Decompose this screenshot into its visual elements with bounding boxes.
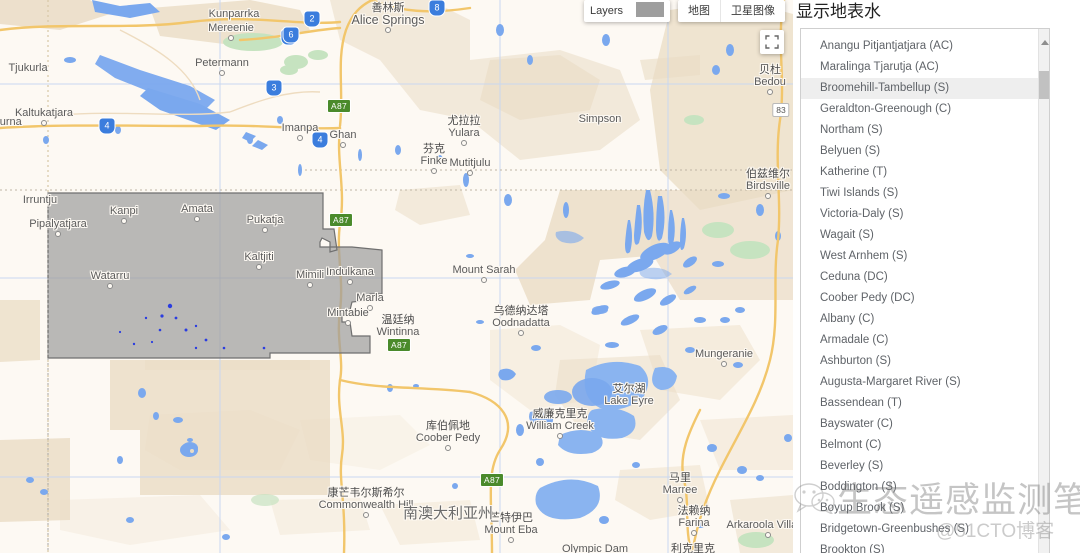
- list-item[interactable]: Beverley (S): [801, 456, 1049, 477]
- list-item[interactable]: Brookton (S): [801, 540, 1049, 553]
- list-item[interactable]: Ashburton (S): [801, 351, 1049, 372]
- map-city-dot-icon: [107, 283, 113, 289]
- list-item[interactable]: Bassendean (T): [801, 393, 1049, 414]
- map-city-dot-icon: [307, 282, 313, 288]
- list-item[interactable]: Katherine (T): [801, 162, 1049, 183]
- fullscreen-button[interactable]: [760, 30, 784, 54]
- list-item[interactable]: Belmont (C): [801, 435, 1049, 456]
- layers-control[interactable]: Layers: [584, 0, 670, 22]
- list-item[interactable]: Northam (S): [801, 120, 1049, 141]
- list-item[interactable]: Augusta-Margaret River (S): [801, 372, 1049, 393]
- map-city-dot-icon: [508, 537, 514, 543]
- list-item[interactable]: Boyup Brook (S): [801, 498, 1049, 519]
- fullscreen-icon: [765, 35, 779, 49]
- route-shield-8: 8: [429, 0, 445, 16]
- map-city-dot-icon: [557, 433, 563, 439]
- list-item[interactable]: Ceduna (DC): [801, 267, 1049, 288]
- scroll-up-arrow-icon[interactable]: [1041, 40, 1049, 45]
- map-city-dot-icon: [385, 27, 391, 33]
- list-item[interactable]: Boddington (S): [801, 477, 1049, 498]
- map-city-dot-icon: [55, 231, 61, 237]
- map-city-dot-icon: [340, 142, 346, 148]
- map-city-dot-icon: [41, 120, 47, 126]
- map-city-dot-icon: [431, 168, 437, 174]
- map-city-dot-icon: [347, 279, 353, 285]
- list-item[interactable]: Bridgetown-Greenbushes (S): [801, 519, 1049, 540]
- list-item[interactable]: Tiwi Islands (S): [801, 183, 1049, 204]
- route-shield-3: 3: [266, 80, 282, 96]
- map-city-dot-icon: [765, 532, 771, 538]
- list-item[interactable]: Bayswater (C): [801, 414, 1049, 435]
- map-city-dot-icon: [765, 193, 771, 199]
- list-item[interactable]: West Arnhem (S): [801, 246, 1049, 267]
- map-city-dot-icon: [256, 264, 262, 270]
- route-shield-6: 6: [283, 27, 299, 43]
- map-city-dot-icon: [345, 320, 351, 326]
- map-city-dot-icon: [481, 277, 487, 283]
- list-scrollbar-track[interactable]: [1038, 29, 1049, 553]
- route-shield-a87: A87: [479, 473, 505, 487]
- map-city-dot-icon: [228, 35, 234, 41]
- region-list-box[interactable]: Anangu Pitjantjatjara (AC) Maralinga Tjar…: [800, 28, 1050, 553]
- map-city-dot-icon: [767, 89, 773, 95]
- list-item[interactable]: Maralinga Tjarutja (AC): [801, 57, 1049, 78]
- route-shield-2: 2: [304, 11, 320, 27]
- list-scrollbar-thumb[interactable]: [1039, 71, 1049, 99]
- map-graphics: [0, 0, 793, 553]
- map-city-dot-icon: [219, 70, 225, 76]
- map-city-dot-icon: [262, 227, 268, 233]
- route-shield-4: 4: [99, 118, 115, 134]
- list-item[interactable]: Victoria-Daly (S): [801, 204, 1049, 225]
- list-item[interactable]: Anangu Pitjantjatjara (AC): [801, 36, 1049, 57]
- map-city-dot-icon: [297, 135, 303, 141]
- map-city-dot-icon: [461, 140, 467, 146]
- region-list[interactable]: Anangu Pitjantjatjara (AC) Maralinga Tjar…: [801, 29, 1049, 553]
- map-city-dot-icon: [367, 305, 373, 311]
- map-city-dot-icon: [194, 216, 200, 222]
- map-viewport[interactable]: Kunparrka Mereenie 善林斯 Alice Springs Peterma…: [0, 0, 793, 553]
- map-city-dot-icon: [721, 361, 727, 367]
- map-city-dot-icon: [121, 218, 127, 224]
- map-city-dot-icon: [467, 170, 473, 176]
- list-item[interactable]: Wagait (S): [801, 225, 1049, 246]
- list-item[interactable]: Coober Pedy (DC): [801, 288, 1049, 309]
- route-shield-a87: A87: [326, 99, 352, 113]
- map-city-dot-icon: [445, 445, 451, 451]
- route-shield-83: 83: [772, 103, 790, 117]
- list-item[interactable]: Broomehill-Tambellup (S): [801, 78, 1049, 99]
- application-window: Kunparrka Mereenie 善林斯 Alice Springs Peterma…: [0, 0, 1080, 553]
- basemap-button-map[interactable]: 地图: [678, 0, 721, 22]
- page-title: 显示地表水: [796, 2, 881, 21]
- map-city-dot-icon: [677, 497, 683, 503]
- route-shield-a87: A87: [328, 213, 354, 227]
- route-shield-4: 4: [312, 132, 328, 148]
- map-city-dot-icon: [691, 530, 697, 536]
- route-shield-a87: A87: [386, 338, 412, 352]
- surface-water-panel: 显示地表水 Anangu Pitjantjatjara (AC) Maraling…: [793, 0, 1080, 553]
- list-item[interactable]: Belyuen (S): [801, 141, 1049, 162]
- list-item[interactable]: Albany (C): [801, 309, 1049, 330]
- layers-label: Layers: [590, 5, 624, 17]
- map-city-dot-icon: [363, 512, 369, 518]
- basemap-switch[interactable]: 地图 卫星图像: [678, 0, 785, 22]
- layers-color-swatch[interactable]: [636, 2, 664, 17]
- list-item[interactable]: Armadale (C): [801, 330, 1049, 351]
- list-item[interactable]: Geraldton-Greenough (C): [801, 99, 1049, 120]
- map-city-dot-icon: [518, 330, 524, 336]
- basemap-button-satellite[interactable]: 卫星图像: [721, 0, 785, 22]
